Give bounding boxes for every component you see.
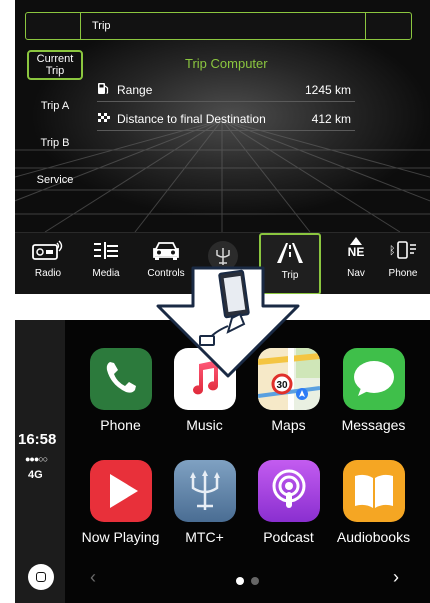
menu-item-trip-a[interactable]: Trip A xyxy=(27,87,83,124)
menu-item-trip-b[interactable]: Trip B xyxy=(27,124,83,161)
app-label: MTC+ xyxy=(185,529,224,545)
nav-label: Media xyxy=(92,268,120,279)
menu-item-label: Current Trip xyxy=(36,53,74,77)
audiobooks-app-icon xyxy=(342,460,405,522)
next-page-button[interactable]: › xyxy=(393,567,399,588)
app-label: Messages xyxy=(341,417,406,433)
prev-page-button[interactable]: ‹ xyxy=(90,567,96,588)
app-label: Phone xyxy=(100,417,141,433)
phone-bluetooth-icon: ᛒ xyxy=(378,239,428,261)
app-label: Podcast xyxy=(263,529,314,545)
row-value: 1245 km xyxy=(304,83,351,97)
fuel-pump-icon xyxy=(97,82,109,98)
title-divider-left xyxy=(80,13,81,39)
menu-item-label: Trip B xyxy=(40,136,70,149)
home-button[interactable] xyxy=(28,564,54,590)
nav-label: Nav xyxy=(347,268,365,279)
range-row: Range 1245 km xyxy=(97,80,355,102)
home-square-icon xyxy=(36,572,46,582)
nav-nav-button[interactable]: NE Nav xyxy=(331,233,381,294)
nav-phone-button[interactable]: ᛒ Phone xyxy=(378,233,428,294)
trident-app-icon xyxy=(173,460,236,522)
compass-icon: NE xyxy=(331,237,381,259)
trip-screen: Trip Current Trip Trip A Trip B Service … xyxy=(15,0,430,294)
app-label: Maps xyxy=(271,417,306,433)
title-bar: Trip xyxy=(25,12,412,40)
now-playing-app-icon xyxy=(89,460,152,522)
row-value: 412 km xyxy=(311,112,351,126)
network-type: 4G xyxy=(28,469,43,481)
nav-label: Radio xyxy=(34,268,62,279)
page-title: Trip xyxy=(92,20,111,32)
app-now-playing[interactable]: Now Playing xyxy=(78,460,163,545)
connection-arrow-illustration xyxy=(148,266,308,386)
menu-item-service[interactable]: Service xyxy=(27,161,83,198)
row-label: Range xyxy=(117,83,153,97)
nav-media-button[interactable]: Media xyxy=(81,233,131,294)
compass-heading: NE xyxy=(347,245,365,259)
app-label: Now Playing xyxy=(81,529,160,545)
app-podcast[interactable]: Podcast xyxy=(246,460,331,545)
page-dot-inactive xyxy=(251,577,259,585)
media-icon xyxy=(81,239,131,261)
clock: 16:58 xyxy=(18,431,57,448)
radio-icon xyxy=(23,239,73,261)
menu-item-label: Service xyxy=(36,173,74,186)
distance-row: Distance to final Destination 412 km xyxy=(97,109,355,131)
app-mtc-plus[interactable]: MTC+ xyxy=(162,460,247,545)
title-divider-right xyxy=(365,13,366,39)
svg-text:ᛒ: ᛒ xyxy=(389,244,396,257)
menu-item-current-trip[interactable]: Current Trip xyxy=(27,50,83,80)
carplay-status-sidebar: 16:58 ●●●○○ 4G xyxy=(15,320,65,603)
messages-app-icon xyxy=(342,348,405,410)
app-messages[interactable]: Messages xyxy=(331,348,416,433)
app-audiobooks[interactable]: Audiobooks xyxy=(331,460,416,545)
nav-radio-button[interactable]: Radio xyxy=(23,233,73,294)
checkered-flag-icon xyxy=(97,111,113,126)
nav-label: Phone xyxy=(388,268,418,279)
car-controls-icon xyxy=(141,239,191,261)
app-label: Audiobooks xyxy=(336,529,411,545)
trip-menu: Current Trip Trip A Trip B Service xyxy=(27,50,83,198)
panel-title: Trip Computer xyxy=(185,56,268,71)
phone-app-icon xyxy=(89,348,152,410)
app-label: Music xyxy=(186,417,223,433)
menu-item-label: Trip A xyxy=(40,99,70,112)
page-dot-active xyxy=(236,577,244,585)
road-icon xyxy=(261,241,319,265)
row-label: Distance to final Destination xyxy=(117,112,266,126)
signal-strength: ●●●○○ xyxy=(25,454,48,464)
podcast-app-icon xyxy=(257,460,320,522)
